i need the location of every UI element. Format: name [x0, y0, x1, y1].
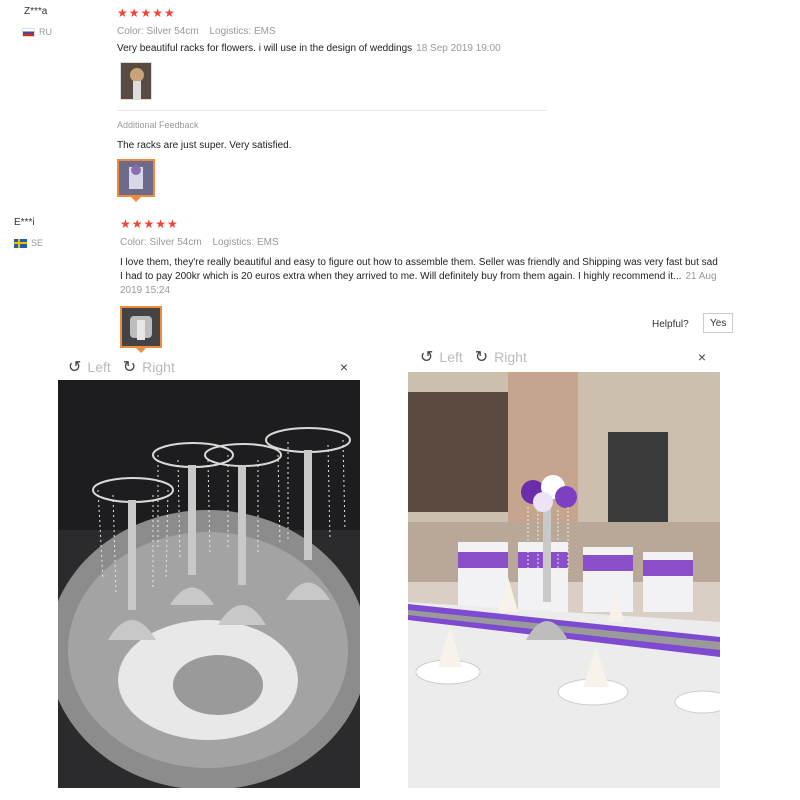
rotate-left-label[interactable]: Left: [87, 359, 110, 375]
review-meta: Color: Silver 54cm Logistics: EMS: [120, 237, 287, 248]
selected-caret: [136, 348, 146, 353]
rotate-right-label[interactable]: Right: [142, 359, 175, 375]
review-text: Very beautiful racks for flowers. i will…: [117, 42, 577, 56]
review-photo: [122, 308, 160, 346]
review-photo: [121, 63, 151, 99]
review-body: Very beautiful racks for flowers. i will…: [117, 43, 413, 54]
review-photo-thumb[interactable]: [120, 306, 162, 348]
helpful-label: Helpful?: [652, 319, 689, 330]
rotate-left-label[interactable]: Left: [439, 349, 462, 365]
image-viewer: ↺ Left ↻ Right ×: [408, 346, 720, 788]
additional-feedback-text: The racks are just super. Very satisfied…: [117, 140, 292, 151]
reviewer-name: Z***a: [24, 6, 48, 17]
reviewer-country: SE: [14, 238, 43, 248]
additional-photo: [119, 161, 153, 195]
star-rating: ★★★★★: [117, 6, 176, 20]
logistics-option: Logistics: EMS: [212, 237, 279, 248]
close-icon[interactable]: ×: [340, 359, 348, 375]
color-option: Color: Silver 54cm: [117, 26, 199, 37]
review-body: I love them, they're really beautiful an…: [120, 257, 718, 282]
color-option: Color: Silver 54cm: [120, 237, 202, 248]
divider: [117, 110, 547, 111]
review-text: I love them, they're really beautiful an…: [120, 256, 720, 298]
star-rating: ★★★★★: [120, 217, 179, 231]
viewer-photo-candelabras: [58, 380, 360, 788]
rotate-right-label[interactable]: Right: [494, 349, 527, 365]
review-date: 18 Sep 2019 19:00: [416, 43, 501, 54]
review-photo-thumb[interactable]: [120, 62, 152, 100]
flag-ru-icon: [22, 27, 35, 37]
rotate-left-icon[interactable]: ↺: [68, 357, 81, 377]
reviewer-country: RU: [22, 27, 52, 37]
review-meta: Color: Silver 54cm Logistics: EMS: [117, 26, 284, 37]
additional-photo-thumb[interactable]: [117, 159, 155, 197]
helpful-yes-button[interactable]: Yes: [703, 313, 733, 333]
rotate-left-icon[interactable]: ↺: [420, 347, 433, 367]
viewer-toolbar: ↺ Left ↻ Right ×: [58, 356, 360, 378]
logistics-option: Logistics: EMS: [209, 26, 276, 37]
country-code: SE: [31, 238, 44, 248]
rotate-right-icon[interactable]: ↻: [475, 347, 488, 367]
country-code: RU: [39, 27, 52, 37]
viewer-photo-banquet: [408, 372, 720, 788]
image-viewer: ↺ Left ↻ Right ×: [58, 356, 360, 788]
additional-feedback-label: Additional Feedback: [117, 120, 199, 130]
selected-caret: [131, 197, 141, 202]
reviewer-name: E***i: [14, 217, 35, 228]
flag-se-icon: [14, 238, 27, 248]
close-icon[interactable]: ×: [698, 349, 706, 365]
viewer-toolbar: ↺ Left ↻ Right ×: [408, 346, 720, 368]
rotate-right-icon[interactable]: ↻: [123, 357, 136, 377]
